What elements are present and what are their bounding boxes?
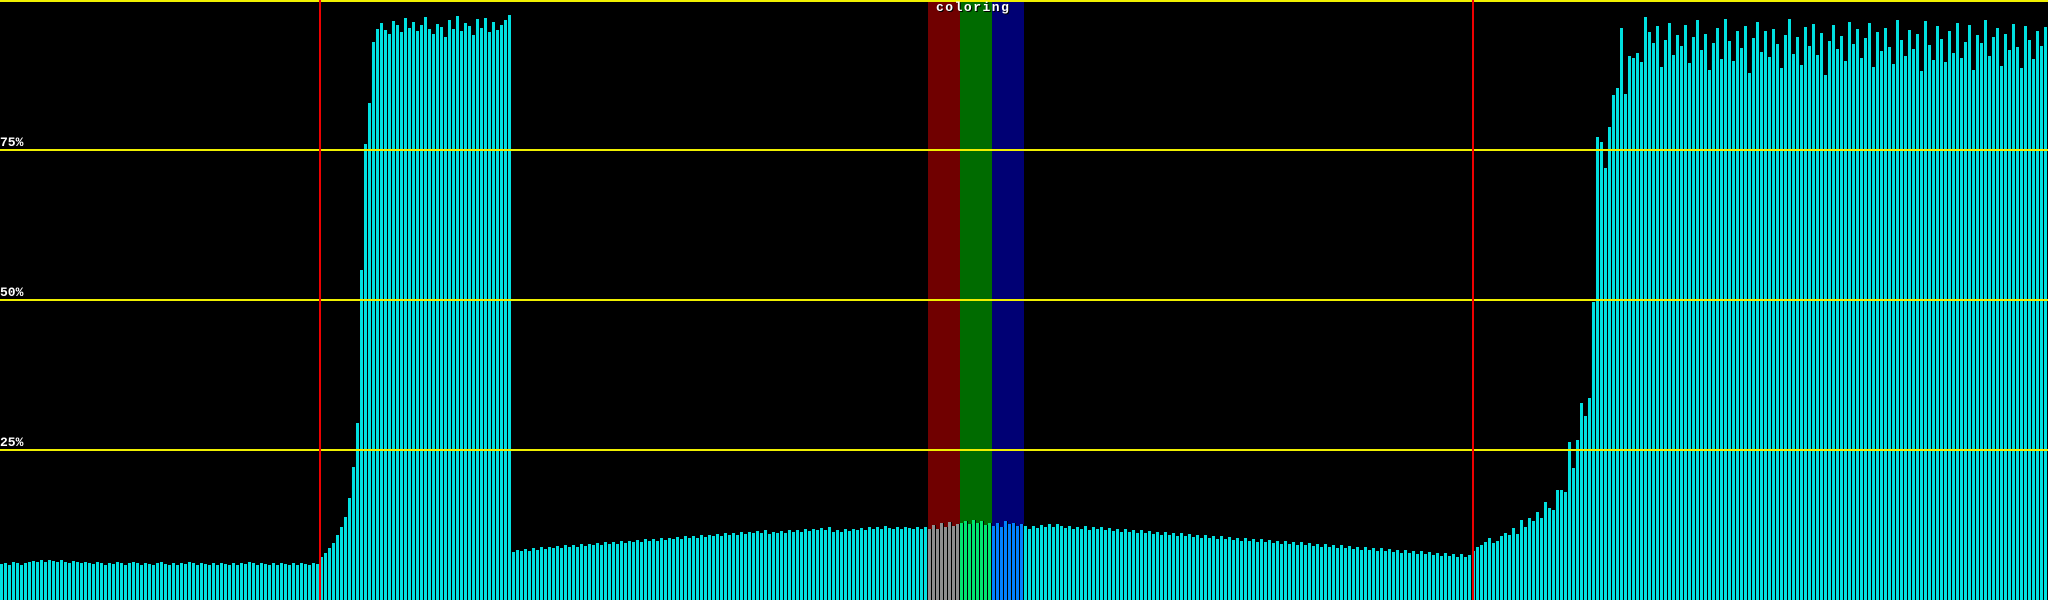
gridline-100 <box>0 0 2048 2</box>
range-marker-line-2 <box>1472 0 1474 600</box>
gridline-75 <box>0 149 2048 151</box>
chart-title: coloring <box>936 0 1011 15</box>
y-axis-label-50: 50% <box>0 285 24 300</box>
range-marker-line-1 <box>319 0 321 600</box>
y-axis-label-75: 75% <box>0 135 24 150</box>
y-axis-label-25: 25% <box>0 435 24 450</box>
gridline-50 <box>0 299 2048 301</box>
histogram-scope: 75% 50% 25% coloring <box>0 0 2048 600</box>
gridline-25 <box>0 449 2048 451</box>
